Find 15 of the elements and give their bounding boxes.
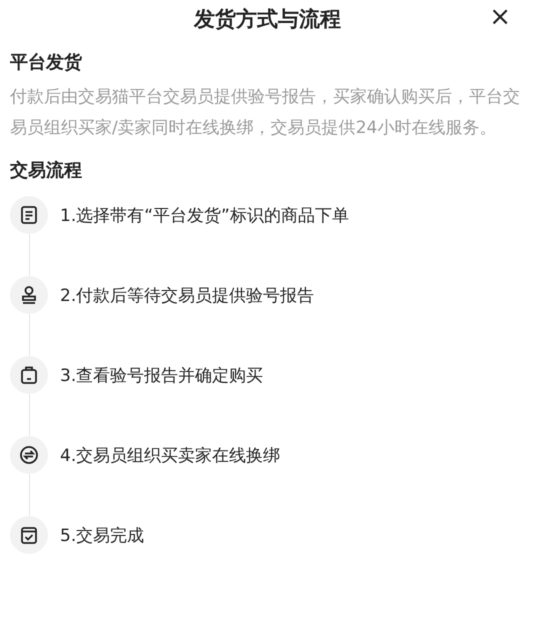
section-heading: 交易流程 — [10, 159, 83, 182]
step-label: 4.交易员组织买卖家在线换绑 — [60, 444, 280, 466]
step-label: 5.交易完成 — [60, 524, 144, 546]
dialog-title: 发货方式与流程 — [194, 6, 341, 33]
step-label: 2.付款后等待交易员提供验号报告 — [60, 284, 314, 306]
bag-icon — [19, 365, 39, 385]
exchange-icon — [19, 445, 39, 465]
close-button[interactable]: × — [489, 2, 511, 32]
checkbox-icon — [19, 525, 39, 545]
stamp-icon — [19, 285, 39, 305]
section-heading: 平台发货 — [10, 51, 83, 74]
step-label: 1.选择带有“平台发货”标识的商品下单 — [60, 204, 349, 226]
step-label: 3.查看验号报告并确定购买 — [60, 364, 264, 386]
document-icon — [19, 205, 39, 225]
description-text: 付款后由交易猫平台交易员提供验号报告，买家确认购买后，平台交易员组织买家/卖家同时在线换绑，交易员提供24小时在线服务。 — [10, 86, 521, 140]
